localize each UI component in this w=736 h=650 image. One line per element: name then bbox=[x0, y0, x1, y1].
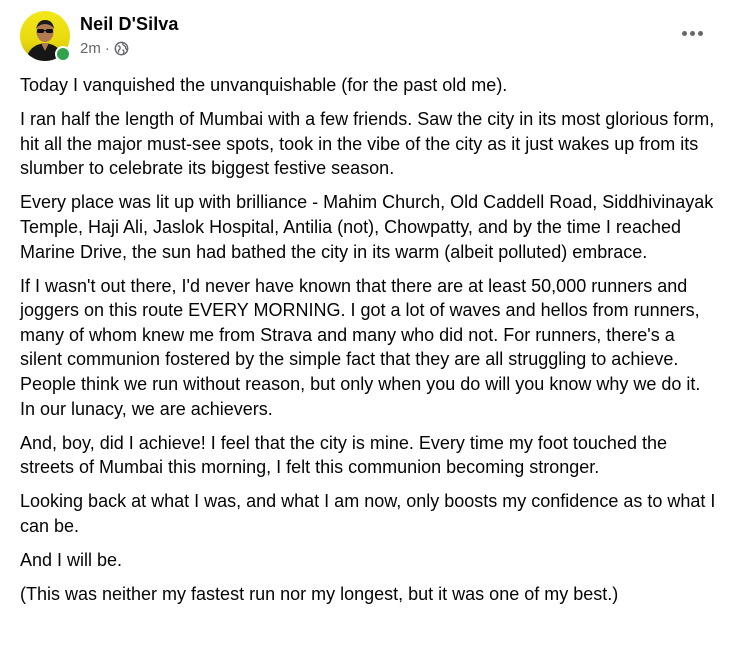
post-meta: 2m · bbox=[80, 40, 129, 57]
post-paragraph: Looking back at what I was, and what I a… bbox=[20, 491, 716, 536]
author-avatar[interactable] bbox=[20, 11, 71, 62]
author-name[interactable]: Neil D'Silva bbox=[80, 14, 179, 35]
meta-separator: · bbox=[104, 40, 110, 57]
post-paragraph: If I wasn't out there, I'd never have kn… bbox=[20, 275, 701, 419]
post-body: Today I vanquished the unvanquishable (f… bbox=[20, 73, 720, 616]
post-paragraph: (This was neither my fastest run nor my … bbox=[20, 584, 619, 605]
post-header: Neil D'Silva 2m · bbox=[20, 11, 716, 63]
post-paragraph: I ran half the length of Mumbai with a f… bbox=[20, 109, 715, 179]
post-paragraph: And, boy, did I achieve! I feel that the… bbox=[20, 432, 667, 478]
post-paragraph: Every place was lit up with brilliance -… bbox=[20, 192, 714, 262]
more-horizontal-icon bbox=[681, 30, 703, 36]
post-paragraph: Today I vanquished the unvanquishable (f… bbox=[20, 75, 508, 95]
post-paragraph: And I will be. bbox=[20, 550, 123, 571]
post-timestamp[interactable]: 2m bbox=[80, 40, 101, 57]
post-card: Neil D'Silva 2m · Today I vanquished the… bbox=[0, 0, 736, 650]
globe-icon[interactable] bbox=[114, 41, 129, 56]
online-status-indicator bbox=[55, 46, 71, 62]
more-options-button[interactable] bbox=[674, 18, 710, 48]
